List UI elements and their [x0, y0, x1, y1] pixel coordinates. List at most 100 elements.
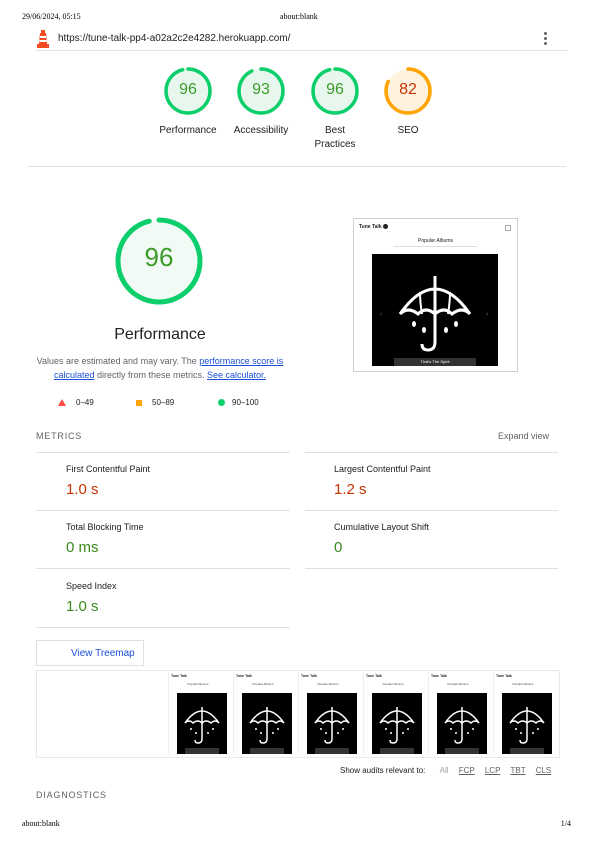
summary-score: 96 [326, 81, 344, 98]
filmstrip-frame: Tune Talk Popular Albums [363, 672, 422, 754]
frame-brand: Tune Talk [236, 674, 252, 678]
metric-divider [305, 510, 558, 511]
metric-value: 1.0 s [66, 481, 99, 498]
performance-gauge: 96 [114, 216, 204, 306]
umbrella-icon [184, 707, 220, 754]
umbrella-icon [444, 707, 480, 754]
umbrella-icon [314, 707, 350, 754]
metric-label: Total Blocking Time [66, 522, 144, 532]
report-url[interactable]: https://tune-talk-pp4-a02a2c2e4282.herok… [58, 33, 290, 44]
print-footer-left: about:blank [22, 819, 60, 828]
header-divider [28, 166, 566, 167]
filter-fcp[interactable]: FCP [459, 766, 475, 775]
metric-divider [36, 510, 290, 511]
frame-brand: Tune Talk [301, 674, 317, 678]
metric-value: 1.0 s [66, 598, 99, 615]
description-text: Values are estimated and may vary. The [36, 356, 200, 366]
preview-heading: Popular Albums [417, 238, 454, 244]
brand-logo-icon [383, 224, 388, 230]
frame-album-art [372, 693, 422, 754]
metric-label: Cumulative Layout Shift [334, 522, 430, 532]
umbrella-icon [379, 707, 415, 754]
filter-lcp[interactable]: LCP [485, 766, 500, 775]
frame-heading: Popular Albums [382, 682, 404, 686]
summary-gauge-label: SEO [363, 124, 453, 138]
carousel-prev-icon: ‹ [380, 311, 383, 318]
metric-label: Speed Index [66, 581, 117, 591]
view-treemap-button[interactable]: View Treemap [36, 640, 144, 666]
metric-label: First Contentful Paint [66, 464, 151, 474]
legend-average: 50–89 [152, 398, 175, 407]
metric-divider [305, 452, 558, 453]
metric-value: 0 [334, 539, 343, 556]
metric-divider [36, 627, 290, 628]
performance-title: Performance [114, 326, 206, 343]
audit-filter: Show audits relevant to: All FCP LCP TBT… [340, 766, 551, 775]
summary-gauge[interactable]: 96 [163, 66, 213, 116]
pass-circle-icon [218, 399, 225, 406]
metric-divider [305, 568, 558, 569]
filmstrip-frame: Tune Talk Popular Albums [428, 672, 487, 754]
url-bar: https://tune-talk-pp4-a02a2c2e4282.herok… [36, 30, 568, 51]
description-text-mid: directly from these metrics. [94, 370, 207, 380]
audit-filter-label: Show audits relevant to: [340, 766, 426, 775]
filmstrip-frame: Tune Talk Popular Albums [493, 672, 552, 754]
label-line-1: SEO [397, 125, 419, 136]
metric-value: 0 ms [66, 539, 99, 556]
filter-cls[interactable]: CLS [536, 766, 552, 775]
metric-divider [36, 452, 290, 453]
filmstrip-frame: Tune Talk Popular Albums [168, 672, 227, 754]
frame-heading: Popular Albums [252, 682, 274, 686]
summary-score: 82 [399, 81, 417, 98]
more-menu-icon[interactable] [544, 32, 548, 47]
summary-score: 96 [179, 81, 197, 98]
preview-subtext [394, 246, 477, 247]
expand-view-toggle[interactable]: Expand view [498, 431, 549, 441]
see-calculator-link[interactable]: See calculator. [207, 370, 266, 380]
summary-gauge[interactable]: 93 [236, 66, 286, 116]
frame-heading: Popular Albums [317, 682, 339, 686]
preview-brand: Tune Talk [359, 224, 388, 230]
frame-album-art [177, 693, 227, 754]
frame-album-art [437, 693, 487, 754]
carousel-next-icon: › [486, 311, 489, 318]
summary-gauge[interactable]: 96 [310, 66, 360, 116]
filmstrip-frame: Tune Talk Popular Albums [233, 672, 292, 754]
frame-brand: Tune Talk [496, 674, 512, 678]
umbrella-icon [398, 276, 472, 352]
legend-pass: 90–100 [232, 398, 259, 407]
final-screenshot[interactable]: Tune Talk Popular Albums That's The Spir… [353, 218, 518, 372]
average-square-icon [136, 400, 142, 406]
lighthouse-icon [36, 30, 50, 53]
metric-label: Largest Contentful Paint [334, 464, 431, 474]
frame-album-art [242, 693, 292, 754]
preview-menu-icon [505, 225, 511, 231]
label-line-2: Practices [314, 139, 356, 150]
metric-value: 1.2 s [334, 481, 367, 498]
preview-caption: That's The Spirit [394, 358, 476, 366]
frame-brand: Tune Talk [366, 674, 382, 678]
frame-album-art [307, 693, 357, 754]
frame-heading: Popular Albums [512, 682, 534, 686]
frame-album-art [502, 693, 552, 754]
fail-triangle-icon [58, 399, 66, 408]
metric-divider [36, 568, 290, 569]
summary-score: 93 [252, 81, 270, 98]
frame-brand: Tune Talk [171, 674, 187, 678]
view-treemap-label: View Treemap [71, 648, 135, 659]
legend-fail: 0–49 [76, 398, 94, 407]
performance-description: Values are estimated and may vary. The p… [36, 354, 284, 382]
print-datetime: 29/06/2024, 05:15 [22, 12, 81, 21]
frame-brand: Tune Talk [431, 674, 447, 678]
filmstrip-frame: Tune Talk Popular Albums [298, 672, 357, 754]
frame-heading: Popular Albums [447, 682, 469, 686]
summary-gauge[interactable]: 82 [383, 66, 433, 116]
print-title: about:blank [280, 12, 318, 21]
filter-tbt[interactable]: TBT [511, 766, 526, 775]
print-footer-right: 1/4 [560, 819, 571, 828]
umbrella-icon [249, 707, 285, 754]
performance-score: 96 [144, 242, 174, 272]
filter-all[interactable]: All [440, 766, 449, 775]
frame-heading: Popular Albums [187, 682, 209, 686]
metrics-title: METRICS [36, 431, 83, 441]
